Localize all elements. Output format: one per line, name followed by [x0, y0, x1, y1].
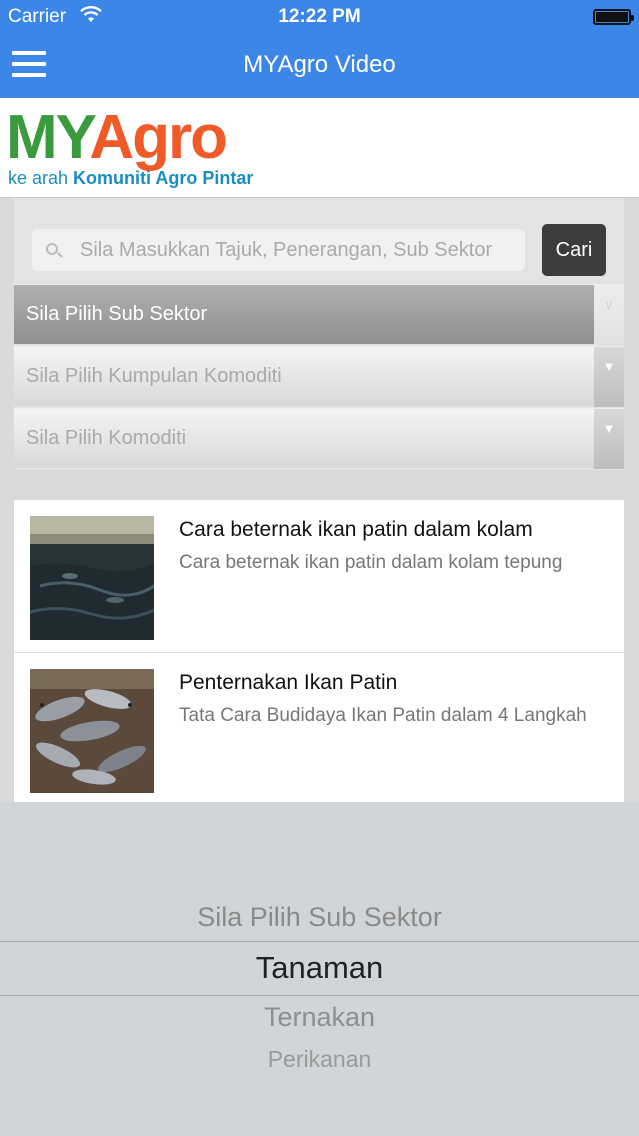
komoditi-dropdown[interactable]: Sila Pilih Komoditi ▼ [14, 408, 624, 469]
video-list: Cara beternak ikan patin dalam kolam Car… [14, 500, 624, 802]
list-item[interactable]: Penternakan Ikan Patin Tata Cara Budiday… [14, 653, 624, 802]
top-bar: Carrier 12:22 PM MYAgro Video [0, 0, 639, 98]
video-description: Cara beternak ikan patin dalam kolam tep… [179, 552, 563, 573]
battery-icon [593, 9, 634, 25]
video-title: Cara beternak ikan patin dalam kolam [179, 518, 533, 541]
picker-selection-line-bottom [0, 995, 639, 996]
picker-selection-line-top [0, 941, 639, 942]
picker-option[interactable]: Perikanan [0, 1046, 639, 1073]
video-title: Penternakan Ikan Patin [179, 671, 398, 694]
picker-option-selected[interactable]: Tanaman [0, 950, 639, 986]
logo-tagline: ke arah Komuniti Agro Pintar [8, 168, 254, 188]
dropdown-label: Sila Pilih Kumpulan Komoditi [26, 365, 282, 387]
logo-banner: MYAgro ke arah Komuniti Agro Pintar [0, 98, 639, 198]
search-box [32, 229, 525, 271]
list-item[interactable]: Cara beternak ikan patin dalam kolam Car… [14, 500, 624, 653]
kumpulan-komoditi-dropdown[interactable]: Sila Pilih Kumpulan Komoditi ▼ [14, 346, 624, 407]
search-button[interactable]: Cari [542, 224, 606, 276]
caret-down-icon: ▼ [594, 347, 624, 407]
video-description: Tata Cara Budidaya Ikan Patin dalam 4 La… [179, 705, 587, 726]
video-thumbnail [30, 516, 154, 640]
picker-option[interactable]: Ternakan [0, 1002, 639, 1033]
status-bar: Carrier 12:22 PM [0, 0, 639, 32]
page-title: MYAgro Video [243, 51, 396, 78]
chevron-down-icon: ∨ [594, 285, 624, 345]
search-panel: Cari Sila Pilih Sub Sektor ∨ Sila Pilih … [14, 198, 624, 470]
caret-down-icon: ▼ [594, 409, 624, 469]
myagro-logo: MYAgro [6, 103, 228, 172]
sub-sektor-dropdown[interactable]: Sila Pilih Sub Sektor ∨ [14, 284, 624, 345]
dropdown-label: Sila Pilih Sub Sektor [26, 303, 208, 325]
search-icon [46, 243, 58, 255]
dropdown-label: Sila Pilih Komoditi [26, 427, 187, 449]
sub-sektor-picker[interactable]: Sila Pilih Sub Sektor Tanaman Ternakan P… [0, 802, 639, 1136]
picker-option[interactable]: Sila Pilih Sub Sektor [0, 902, 639, 933]
status-time: 12:22 PM [278, 6, 361, 27]
search-input[interactable] [80, 229, 520, 271]
video-thumbnail [30, 669, 154, 793]
